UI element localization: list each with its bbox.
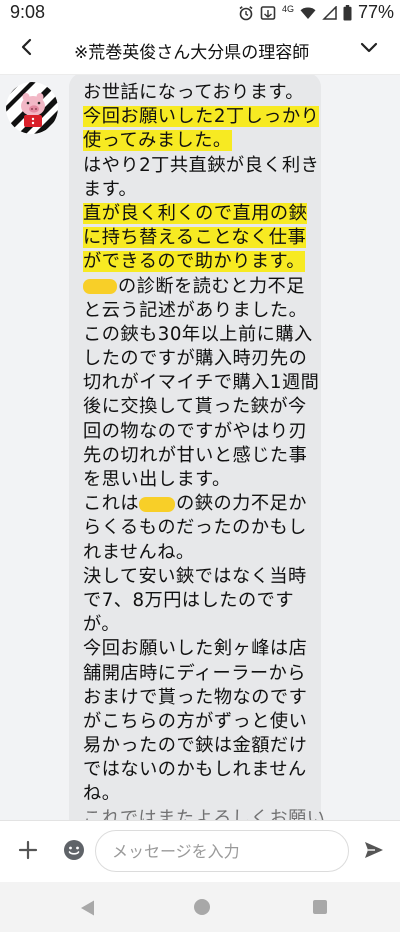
message-line-text: 舗開店時にディーラーから	[83, 662, 306, 684]
message-line-text: を思い出します。	[83, 469, 231, 490]
chat-header: ※荒巻英俊さん大分県の理容師	[0, 26, 400, 75]
status-icons: 4G 77%	[238, 2, 394, 23]
message-line-text: 回の物なのですがやはり刃	[83, 420, 308, 442]
message-line-text: ます。	[83, 178, 138, 200]
message-line: 回の物なのですがやはり刃	[83, 420, 328, 444]
message-line: お世話になっております。	[83, 81, 328, 105]
message-line-text: 今回お願いした剣ヶ峰は店	[83, 638, 308, 660]
message-line: 今回お願いした2丁しっかり	[83, 105, 328, 129]
message-line: おまけで貰った物なのです	[83, 686, 328, 710]
message-line-text: れませんね。	[83, 541, 195, 563]
message-line-text: はやり2丁共直鋏が良く利き	[83, 154, 320, 176]
battery-level: 77%	[357, 2, 394, 22]
avatar-image	[6, 82, 58, 134]
message-line-text: 先の切れが甘いと感じた事	[83, 444, 308, 466]
message-line-text: 使ってみました。	[83, 130, 232, 152]
plus-icon	[18, 840, 38, 864]
system-nav-bar	[0, 882, 400, 932]
message-line-text: 易かったので鋏は金額だけ	[83, 735, 308, 757]
emoji-button[interactable]	[60, 838, 88, 866]
message-line: はやり2丁共直鋏が良く利き	[83, 154, 328, 178]
chevron-down-icon	[360, 38, 378, 60]
back-button[interactable]	[12, 34, 42, 64]
message-line: この鋏も30年以上前に購入	[83, 323, 328, 347]
battery-icon	[343, 4, 352, 21]
message-line-text: おまけで貰った物なのです	[83, 686, 308, 708]
message-line: 決して安い鋏ではなく当時	[83, 565, 328, 589]
message-line: を思い出します。	[83, 468, 328, 492]
message-line-text: の診断を読むと力不足	[118, 275, 305, 297]
message-line: 使ってみました。	[83, 129, 328, 153]
message-line-text: したのですが購入時刃先の	[83, 348, 308, 370]
screen-icon	[260, 5, 276, 21]
message-line: 今回お願いした剣ヶ峰は店	[83, 637, 328, 661]
message-line: これは の鋏の力不足か	[83, 492, 328, 516]
triangle-back-icon	[81, 900, 94, 916]
message-line: ね。	[83, 782, 328, 806]
send-button[interactable]	[360, 838, 388, 866]
message-line: 舗開店時にディーラーから	[83, 662, 328, 686]
menu-toggle-button[interactable]	[354, 34, 384, 64]
message-text: お世話になっております。 今回お願いした2丁しっかり 使ってみました。 はやり2丁共直…	[83, 81, 328, 820]
message-line: 切れがイマイチで購入1週間	[83, 371, 328, 395]
redacted-name	[139, 496, 176, 512]
message-line-text: 後に交換して貰った鋏が今	[83, 396, 307, 418]
message-line: 易かったので鋏は金額だけ	[83, 734, 328, 758]
status-time: 9:08	[10, 2, 46, 22]
alarm-icon	[238, 5, 254, 21]
message-line-text: お世話になっております。	[83, 82, 304, 103]
message-line: がこちらの方がずっと使い	[83, 710, 328, 734]
message-line: が。	[83, 613, 328, 637]
avatar[interactable]	[6, 82, 58, 134]
nav-home-button[interactable]	[194, 899, 210, 915]
message-line-text: ね。	[83, 783, 121, 805]
message-line: ができるので助かります。	[83, 250, 328, 274]
message-line-text: の鋏の力不足か	[176, 493, 307, 515]
message-line: 先の切れが甘いと感じた事	[83, 444, 328, 468]
network-type: 4G	[281, 3, 294, 14]
message-line-text: 決して安い鋏ではなく当時	[83, 565, 307, 587]
emoji-icon	[63, 839, 85, 865]
message-input[interactable]	[95, 830, 349, 872]
send-icon	[363, 839, 385, 865]
message-line: これではまたよろしくお願い	[83, 807, 328, 820]
message-line-text: ができるので助かります。	[83, 251, 306, 273]
message-line-text: が。	[83, 614, 121, 636]
message-line-text: に持ち替えることなく仕事	[83, 227, 307, 249]
message-line: ではないのかもしれません	[83, 758, 328, 782]
chat-title: ※荒巻英俊さん大分県の理容師	[74, 43, 310, 63]
nav-recents-button[interactable]	[313, 900, 327, 914]
signal-icon	[322, 5, 337, 20]
message-line: 直が良く利くので直用の鋏	[83, 202, 328, 226]
message-line-text: がこちらの方がずっと使い	[83, 710, 308, 732]
message-line: らくるものだったのかもし	[83, 516, 328, 540]
message-line-text: 切れがイマイチで購入1週間	[83, 372, 320, 394]
message-line: したのですが購入時刃先の	[83, 347, 328, 371]
message-line: で7、8万円はしたのです	[83, 589, 328, 613]
message-line: れませんね。	[83, 541, 328, 565]
message-line-text: これではまたよろしくお願い	[83, 807, 326, 820]
nav-back-button[interactable]	[79, 899, 97, 917]
chat-area[interactable]: お世話になっております。 今回お願いした2丁しっかり 使ってみました。 はやり2丁共直…	[0, 75, 400, 820]
message-line-text: らくるものだったのかもし	[83, 517, 307, 539]
message-line-text: と云う記述がありました。	[83, 299, 308, 321]
status-bar: 9:08 4G 77%	[0, 0, 400, 26]
message-line: ます。	[83, 178, 328, 202]
message-line: の診断を読むと力不足	[83, 275, 328, 299]
message-line-text: この鋏も30年以上前に購入	[83, 323, 313, 345]
wifi-icon	[300, 6, 316, 20]
message-line: に持ち替えることなく仕事	[83, 226, 328, 250]
message-line: 後に交換して貰った鋏が今	[83, 395, 328, 419]
input-bar	[0, 820, 400, 883]
redacted-name	[83, 279, 117, 294]
message-line-text: これは	[83, 493, 140, 515]
message-line-text: ではないのかもしれません	[83, 759, 307, 781]
add-button[interactable]	[14, 838, 42, 866]
message-line-text: 直が良く利くので直用の鋏	[83, 202, 308, 224]
message-line: と云う記述がありました。	[83, 299, 328, 323]
message-line-text: で7、8万円はしたのです	[83, 589, 295, 611]
back-arrow-icon	[18, 38, 36, 60]
message-line-text: 今回お願いした2丁しっかり	[83, 106, 320, 128]
